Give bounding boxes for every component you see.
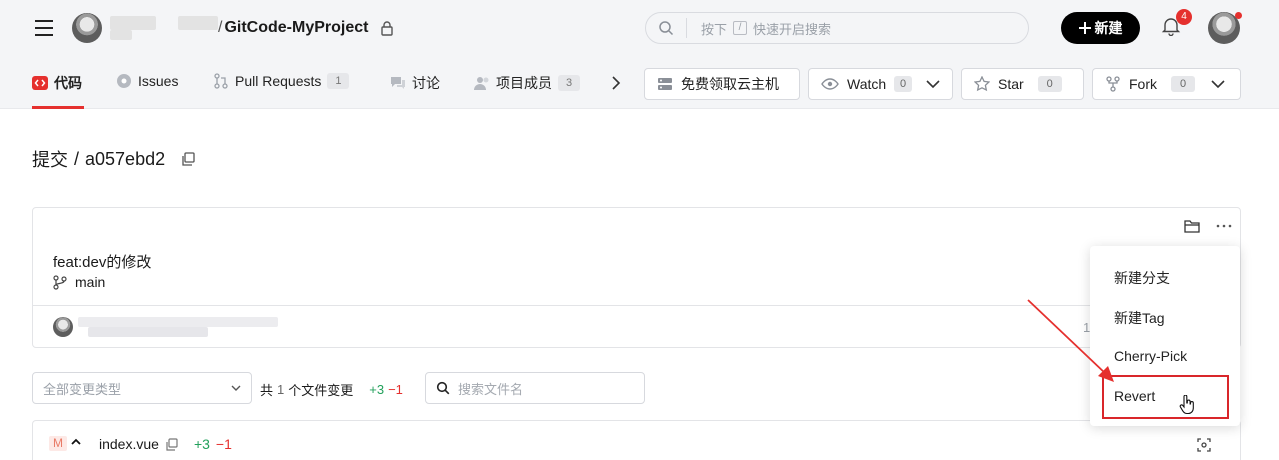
view-file-icon[interactable] — [1197, 438, 1211, 452]
hand-cursor-icon — [1179, 395, 1195, 415]
fork-label: Fork — [1129, 76, 1157, 92]
menu-item-new-branch[interactable]: 新建分支 — [1114, 268, 1170, 288]
watch-button[interactable]: Watch 0 — [808, 68, 953, 100]
star-button[interactable]: Star 0 — [961, 68, 1084, 100]
file-search-placeholder: 搜索文件名 — [458, 381, 524, 397]
summary-suffix: 个文件变更 — [288, 383, 354, 398]
tab-members[interactable]: 项目成员 3 — [474, 73, 580, 93]
watch-count: 0 — [894, 76, 912, 92]
issue-icon — [116, 73, 132, 89]
file-deletions: −1 — [215, 436, 232, 452]
fork-count: 0 — [1171, 76, 1195, 92]
branch-icon — [53, 274, 67, 290]
tab-pull-requests-label: Pull Requests — [235, 73, 322, 89]
chevron-up-icon[interactable] — [71, 438, 81, 445]
commit-branch[interactable]: main — [53, 274, 105, 290]
path-separator: / — [218, 19, 223, 36]
menu-item-new-tag[interactable]: 新建Tag — [1114, 308, 1165, 328]
code-icon — [32, 75, 48, 91]
author-avatar[interactable] — [53, 317, 73, 337]
tab-discussion-label: 讨论 — [412, 75, 440, 91]
file-search-input[interactable]: 搜索文件名 — [425, 372, 645, 404]
tab-pull-requests[interactable]: Pull Requests 1 — [213, 73, 350, 89]
eye-icon — [821, 76, 839, 92]
folder-icon[interactable] — [1184, 219, 1200, 233]
new-button-label: 新建 — [1094, 20, 1123, 36]
change-type-placeholder: 全部变更类型 — [43, 381, 122, 397]
chevron-down-icon — [231, 385, 241, 392]
star-count: 0 — [1037, 76, 1062, 92]
commit-hash: a057ebd2 — [85, 148, 166, 169]
page-title: 提交 / a057ebd2 — [32, 146, 195, 172]
pull-requests-count: 1 — [327, 73, 350, 89]
global-search[interactable]: 按下 / 快速开启搜索 — [645, 12, 1029, 44]
fork-button[interactable]: Fork 0 — [1092, 68, 1241, 100]
pull-request-icon — [213, 73, 229, 89]
chevron-down-icon[interactable] — [1211, 79, 1225, 89]
new-button[interactable]: 新建 — [1061, 12, 1140, 44]
chevron-right-icon[interactable] — [610, 76, 622, 90]
search-shortcut-key: / — [733, 21, 748, 35]
members-count: 3 — [558, 75, 580, 91]
tab-discussion[interactable]: 讨论 — [390, 73, 440, 93]
fork-icon — [1105, 76, 1121, 92]
top-bar: / GitCode-MyProject 按下 / 快速开启搜索 新建 4 — [0, 0, 1279, 56]
copy-icon[interactable] — [181, 152, 195, 166]
namespace-redacted — [178, 16, 218, 30]
tab-issues-label: Issues — [138, 73, 179, 89]
plus-icon — [1078, 22, 1091, 34]
branch-name: main — [75, 274, 106, 290]
server-icon — [657, 76, 673, 92]
author-info-redacted-2 — [88, 327, 208, 337]
author-info-redacted — [78, 317, 278, 327]
search-hint-prefix: 按下 — [701, 21, 728, 37]
discussion-icon — [390, 75, 406, 91]
file-name-row: index.vue +3 −1 — [99, 436, 232, 452]
file-name[interactable]: index.vue — [99, 436, 159, 452]
file-additions: +3 — [193, 436, 210, 452]
star-label: Star — [998, 76, 1024, 92]
owner-name-redacted — [110, 16, 156, 30]
repo-name[interactable]: GitCode-MyProject — [224, 19, 368, 37]
menu-item-cherry-pick[interactable]: Cherry-Pick — [1114, 348, 1187, 364]
more-icon[interactable] — [1216, 224, 1232, 228]
cloud-host-label: 免费领取云主机 — [681, 76, 779, 92]
owner-avatar[interactable] — [72, 13, 102, 43]
search-hint-suffix: 快速开启搜索 — [753, 21, 832, 37]
active-tab-indicator — [32, 106, 84, 109]
search-icon — [658, 20, 674, 36]
tab-code[interactable]: 代码 — [32, 73, 82, 93]
watch-label: Watch — [847, 76, 887, 92]
search-icon — [436, 381, 450, 395]
total-additions: +3 — [369, 382, 385, 397]
star-icon — [974, 76, 990, 92]
tab-members-label: 项目成员 — [496, 75, 552, 91]
notification-badge: 4 — [1176, 9, 1192, 25]
change-type-select[interactable]: 全部变更类型 — [32, 372, 252, 404]
lock-icon — [380, 20, 394, 36]
total-deletions: −1 — [388, 382, 403, 397]
owner-name-redacted-2 — [110, 30, 132, 40]
chevron-down-icon[interactable] — [926, 79, 940, 89]
menu-icon[interactable] — [34, 18, 54, 38]
modified-badge: M — [49, 436, 67, 451]
summary-prefix: 共 — [260, 383, 274, 398]
file-count: 1 — [277, 382, 285, 397]
commit-message: feat:dev的修改 — [53, 254, 152, 271]
copy-icon[interactable] — [165, 437, 178, 451]
change-summary: 共 1 个文件变更 +3 −1 — [260, 380, 403, 399]
annotation-arrow — [1027, 299, 1114, 382]
page-title-prefix: 提交 — [32, 150, 68, 170]
tab-code-label: 代码 — [54, 75, 82, 91]
tab-issues[interactable]: Issues — [116, 73, 178, 89]
revert-highlight — [1102, 375, 1229, 419]
cloud-host-button[interactable]: 免费领取云主机 — [644, 68, 800, 100]
user-status-dot — [1235, 12, 1242, 19]
repo-nav: 代码 Issues Pull Requests 1 讨论 项目成员 3 免费领取… — [0, 56, 1279, 109]
members-icon — [474, 75, 490, 91]
